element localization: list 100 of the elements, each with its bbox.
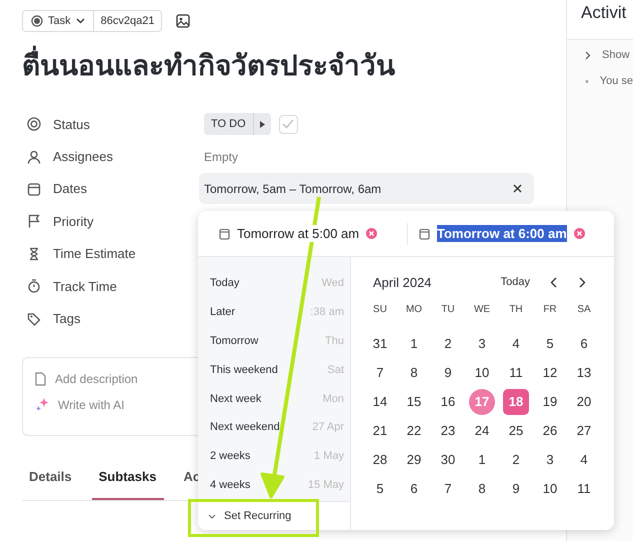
quick-date-option[interactable]: 2 weeks 1 May	[198, 442, 350, 471]
task-type-button[interactable]: Task	[23, 11, 94, 31]
next-icon[interactable]	[579, 276, 586, 288]
calendar-day[interactable]: 24	[469, 418, 495, 444]
dates-field[interactable]: Tomorrow, 5am – Tomorrow, 6am	[199, 173, 534, 204]
status-ring-icon	[27, 117, 41, 132]
chevron-down-icon	[76, 18, 85, 24]
quick-date-option[interactable]: Later :38 am	[198, 298, 350, 327]
calendar-day[interactable]: 27	[571, 418, 597, 444]
calendar-day[interactable]: 13	[571, 360, 597, 386]
calendar-day[interactable]: 30	[435, 446, 461, 472]
weekday-label: FR	[543, 303, 557, 317]
chevron-down-icon	[208, 514, 216, 518]
flag-icon	[27, 214, 41, 228]
calendar-day[interactable]: 28	[367, 446, 393, 472]
stopwatch-icon	[27, 279, 41, 294]
task-title: ตื่นนอนและทำกิจวัตรประจำวัน	[22, 46, 566, 86]
quick-date-option[interactable]: 4 weeks 15 May	[198, 470, 350, 500]
weekday-label: SU	[373, 303, 387, 317]
property-label: Status	[53, 116, 90, 132]
calendar-day[interactable]: 31	[367, 330, 393, 356]
bullet-icon	[585, 78, 589, 84]
calendar-day[interactable]: 12	[537, 360, 563, 386]
calendar-day[interactable]: 4	[503, 330, 529, 356]
calendar-day[interactable]: 2	[435, 330, 461, 356]
weekday-label: TU	[441, 303, 455, 317]
tag-icon	[27, 312, 41, 326]
calendar-day[interactable]: 11	[571, 476, 597, 502]
set-recurring-button[interactable]: Set Recurring	[198, 501, 350, 530]
status-button[interactable]: TO DO	[204, 113, 271, 136]
chevron-right-icon[interactable]	[585, 50, 591, 60]
clear-icon[interactable]	[366, 228, 378, 239]
calendar-day[interactable]: 9	[503, 476, 529, 502]
property-label: Tags	[53, 311, 80, 326]
calendar-day[interactable]: 19	[537, 388, 563, 414]
activity-text: Show	[602, 49, 630, 61]
clear-icon[interactable]	[574, 228, 585, 239]
calendar-day[interactable]: 3	[537, 446, 563, 472]
calendar-day[interactable]: 15	[401, 388, 427, 414]
start-date-field[interactable]: Tomorrow at 5:00 am	[219, 222, 419, 244]
previous-icon[interactable]	[550, 276, 557, 288]
calendar-day[interactable]: 3	[469, 330, 495, 356]
calendar-day[interactable]: 21	[367, 418, 393, 444]
calendar-day[interactable]: 10	[537, 476, 563, 502]
calendar-day[interactable]: 16	[435, 388, 461, 414]
assignees-value[interactable]: Empty	[204, 150, 238, 164]
hourglass-icon	[27, 246, 41, 261]
calendar-day[interactable]: 4	[571, 446, 597, 472]
calendar-day[interactable]: 20	[571, 388, 597, 414]
image-icon[interactable]	[176, 14, 190, 28]
tab[interactable]: Details	[22, 460, 80, 500]
task-type-selector[interactable]: Task 86cv2qa21	[22, 10, 162, 32]
calendar-day[interactable]: 7	[435, 476, 461, 502]
person-icon	[27, 150, 41, 164]
calendar-day[interactable]: 23	[435, 418, 461, 444]
triangle-right-icon	[260, 120, 265, 128]
calendar-day[interactable]: 1	[469, 446, 495, 472]
quick-date-option[interactable]: Next week Mon	[198, 384, 350, 413]
activity-title: Activit	[581, 3, 626, 22]
calendar-day[interactable]: 29	[401, 446, 427, 472]
write-with-ai-link[interactable]: Write with AI	[58, 398, 124, 412]
calendar-icon	[27, 182, 41, 196]
calendar-day[interactable]: 5	[537, 330, 563, 356]
month-label: April 2024	[373, 274, 433, 290]
calendar-day[interactable]: 7	[367, 360, 393, 386]
weekday-label: SA	[577, 303, 591, 317]
task-id[interactable]: 86cv2qa21	[94, 11, 162, 31]
activity-text: You se	[600, 75, 633, 87]
calendar-day[interactable]: 26	[537, 418, 563, 444]
close-icon[interactable]	[513, 184, 522, 194]
calendar-day[interactable]: 2	[503, 446, 529, 472]
calendar-day[interactable]: 11	[503, 360, 529, 386]
calendar-day[interactable]: 9	[435, 360, 461, 386]
calendar-day[interactable]: 6	[401, 476, 427, 502]
calendar-icon	[419, 228, 430, 240]
property-label: Track Time	[53, 278, 117, 294]
quick-date-option[interactable]: Today Wed	[198, 269, 350, 298]
property-label: Assignees	[53, 149, 113, 164]
quick-date-option[interactable]: This weekend Sat	[198, 355, 350, 384]
calendar-icon	[219, 228, 230, 240]
today-button[interactable]: Today	[500, 276, 530, 288]
calendar-day[interactable]: 22	[401, 418, 427, 444]
calendar-day[interactable]: 5	[367, 476, 393, 502]
tab[interactable]: Subtasks	[92, 460, 164, 500]
calendar-day[interactable]: 6	[571, 330, 597, 356]
quick-date-option[interactable]: Next weekend 27 Apr	[198, 412, 350, 442]
add-description-link[interactable]: Add description	[55, 372, 138, 386]
calendar-day[interactable]: 25	[503, 418, 529, 444]
sparkle-icon	[35, 398, 49, 412]
property-label: Time Estimate	[53, 246, 136, 262]
property-label: Priority	[53, 214, 94, 229]
quick-date-option[interactable]: Tomorrow Thu	[198, 326, 350, 356]
calendar-day[interactable]: 8	[469, 476, 495, 502]
property-label: Dates	[53, 181, 87, 196]
calendar-day[interactable]: 8	[401, 360, 427, 386]
weekday-label: MO	[406, 303, 422, 317]
document-icon	[35, 372, 46, 386]
calendar-day[interactable]: 14	[367, 388, 393, 414]
calendar-day[interactable]: 10	[469, 360, 495, 386]
calendar-day[interactable]: 1	[401, 330, 427, 356]
